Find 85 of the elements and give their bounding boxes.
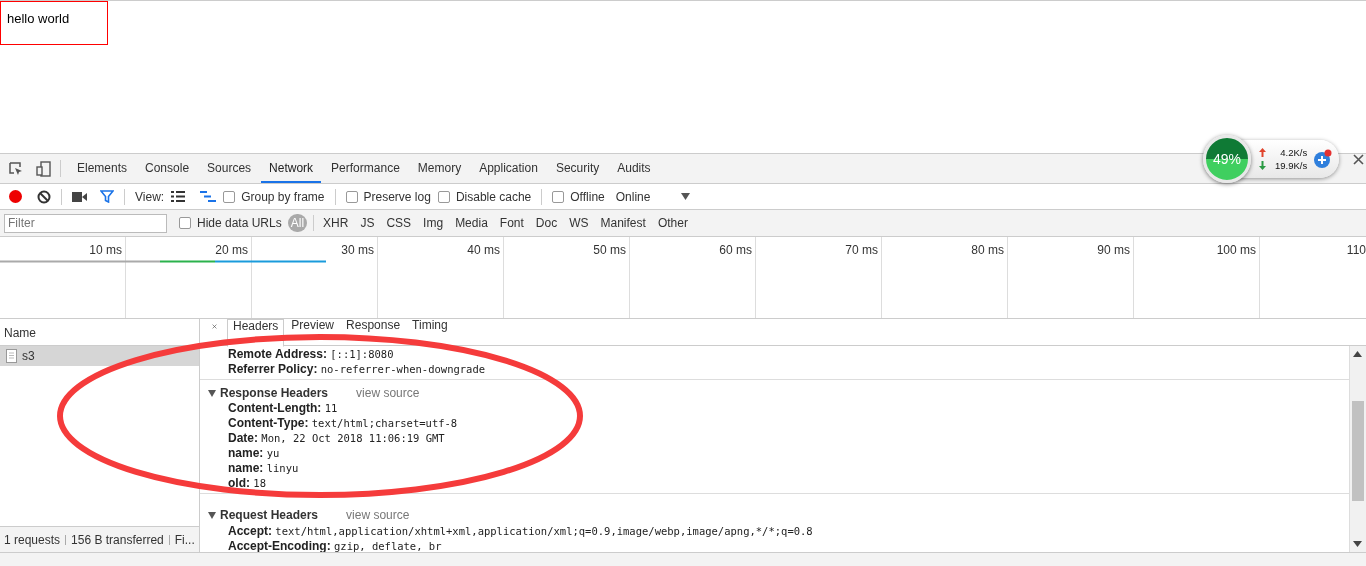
video-camera-icon[interactable] [72, 191, 87, 202]
time-tick-label: 100 ms [1134, 237, 1260, 318]
type-filter-button[interactable]: Font [496, 214, 527, 232]
inspect-icon[interactable] [8, 160, 24, 177]
panel-tab[interactable]: Security [547, 154, 608, 183]
checkbox[interactable] [552, 190, 565, 203]
header-field: Accept: text/html,application/xhtml+xml,application/xml;q=0.9,image/webp,image/apng,*/*;q=0.8 [200, 524, 1349, 539]
document-icon [6, 349, 17, 363]
close-icon[interactable] [1353, 153, 1365, 165]
panel-tab[interactable]: Memory [409, 154, 470, 183]
type-filter-button[interactable]: Img [420, 214, 447, 232]
time-tick-label: 80 ms [882, 237, 1008, 318]
header-field: Content-Type: text/html;charset=utf-8 [200, 416, 1349, 431]
throttling-select[interactable]: Online [615, 189, 651, 204]
option-label: Disable cache [455, 189, 532, 204]
filter-input[interactable]: Filter [4, 213, 167, 233]
detail-tab[interactable]: Response [341, 319, 406, 345]
panel-tab[interactable]: Audits [609, 154, 659, 183]
summary-text: 156 B transferred [71, 532, 164, 547]
header-field: name: linyu [200, 461, 1349, 476]
upload-arrow-icon [1259, 148, 1266, 157]
device-toolbar-icon[interactable] [36, 160, 52, 177]
clear-icon[interactable] [37, 189, 51, 204]
hello-text: hello world [0, 1, 108, 45]
download-arrow-icon [1259, 161, 1266, 170]
filter-icon[interactable] [100, 190, 114, 203]
header-field: old: 18 [200, 476, 1349, 491]
waterfall-icon[interactable] [200, 191, 217, 202]
time-tick-label: 90 ms [1008, 237, 1134, 318]
view-label: View: [135, 189, 165, 204]
time-tick-label: 50 ms [504, 237, 630, 318]
panel-tab[interactable]: Performance [323, 154, 408, 183]
view-source-link[interactable]: view source [346, 508, 410, 522]
time-tick-label: 30 ms [252, 237, 378, 318]
section-title[interactable]: Response Headers [220, 385, 329, 400]
plus-icon[interactable] [1313, 149, 1334, 169]
option-label: Hide data URLs [197, 216, 282, 230]
option-label: Preserve log [363, 189, 431, 204]
scroll-down-icon[interactable] [1353, 541, 1362, 547]
type-filter-button[interactable]: Media [452, 214, 491, 232]
view-source-link[interactable]: view source [356, 385, 420, 400]
time-tick-label: 110 [1345, 242, 1366, 259]
type-filter-button[interactable]: Other [654, 214, 691, 232]
header-field: Date: Mon, 22 Oct 2018 11:06:19 GMT [200, 431, 1349, 446]
record-button[interactable] [9, 190, 22, 203]
checkbox[interactable] [437, 190, 450, 203]
time-tick-label: 60 ms [630, 237, 756, 318]
option-label: Offline [570, 189, 605, 204]
type-filter-button[interactable]: WS [566, 214, 592, 232]
header-field: Content-Length: 11 [200, 401, 1349, 416]
disclosure-triangle-icon[interactable] [208, 388, 216, 397]
summary-text: 1 requests [4, 532, 61, 547]
type-filter-button[interactable]: CSS [383, 214, 415, 232]
checkbox[interactable] [345, 190, 358, 203]
disclosure-triangle-icon[interactable] [208, 511, 216, 519]
panel-tab[interactable]: Sources [199, 154, 260, 183]
time-tick-label: 20 ms [126, 237, 252, 318]
checkbox[interactable] [223, 190, 236, 203]
header-field: Referrer Policy: no-referrer-when-downgrade [200, 362, 1349, 377]
panel-tab[interactable]: Console [137, 154, 198, 183]
upload-speed: 4.2K/s [1279, 147, 1308, 158]
panel-tab[interactable]: Application [471, 154, 546, 183]
large-rows-icon[interactable] [171, 191, 186, 202]
header-field: Accept-Encoding: gzip, deflate, br [200, 539, 1349, 552]
type-filter-button[interactable]: JS [357, 214, 378, 232]
panel-tab[interactable]: Network [261, 154, 322, 183]
download-speed: 19.9K/s [1275, 160, 1308, 171]
time-tick-label: 10 ms [0, 237, 126, 318]
option-label: Group by frame [241, 189, 325, 204]
header-field: Remote Address: [::1]:8080 [200, 347, 1349, 362]
section-title[interactable]: Request Headers [220, 508, 319, 522]
type-filter-button[interactable]: XHR [320, 214, 352, 232]
checkbox[interactable] [179, 217, 191, 229]
detail-tab[interactable]: Timing [407, 319, 453, 345]
type-filter-button[interactable]: Doc [532, 214, 561, 232]
summary-text: Fi... [174, 532, 195, 547]
panel-tab[interactable]: Elements [69, 154, 136, 183]
detail-tab[interactable]: Preview [286, 319, 340, 345]
scrollbar-thumb[interactable] [1352, 401, 1364, 501]
type-filter-button[interactable]: Manifest [597, 214, 649, 232]
header-field: name: yu [200, 446, 1349, 461]
time-tick-label: 70 ms [756, 237, 882, 318]
scroll-up-icon[interactable] [1353, 351, 1362, 357]
dropdown-caret-icon[interactable] [681, 193, 691, 200]
time-tick-label: 40 ms [378, 237, 504, 318]
